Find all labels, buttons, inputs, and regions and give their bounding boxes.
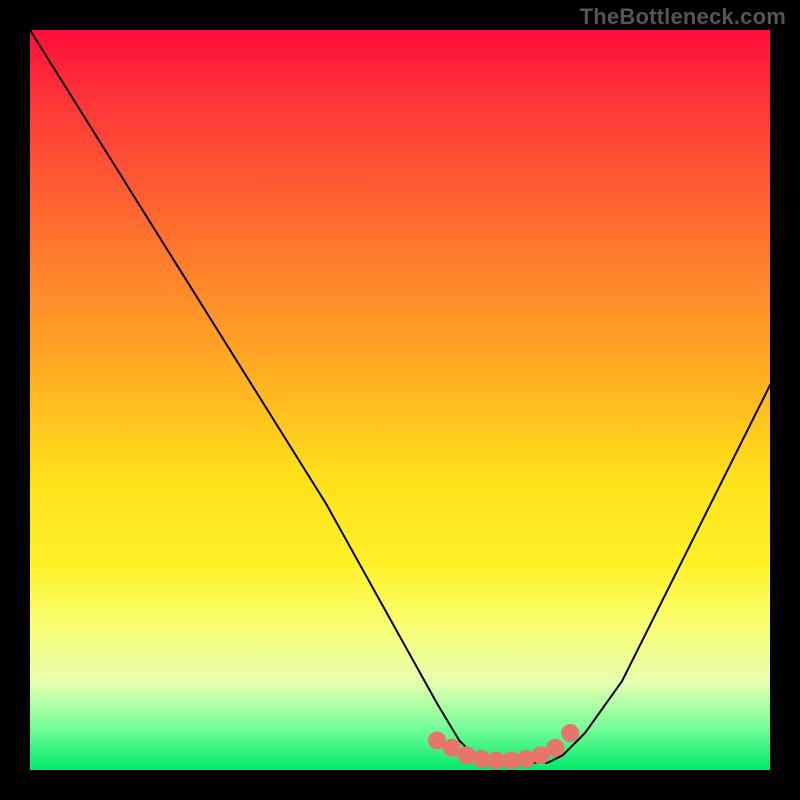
plot-area xyxy=(30,30,770,770)
optimal-dot xyxy=(561,724,579,742)
chart-frame: TheBottleneck.com xyxy=(0,0,800,800)
curve-svg xyxy=(30,30,770,770)
watermark-text: TheBottleneck.com xyxy=(580,4,786,30)
bottleneck-curve-path xyxy=(30,30,770,763)
optimal-dot xyxy=(546,739,564,757)
optimal-zone-dots xyxy=(428,724,579,769)
